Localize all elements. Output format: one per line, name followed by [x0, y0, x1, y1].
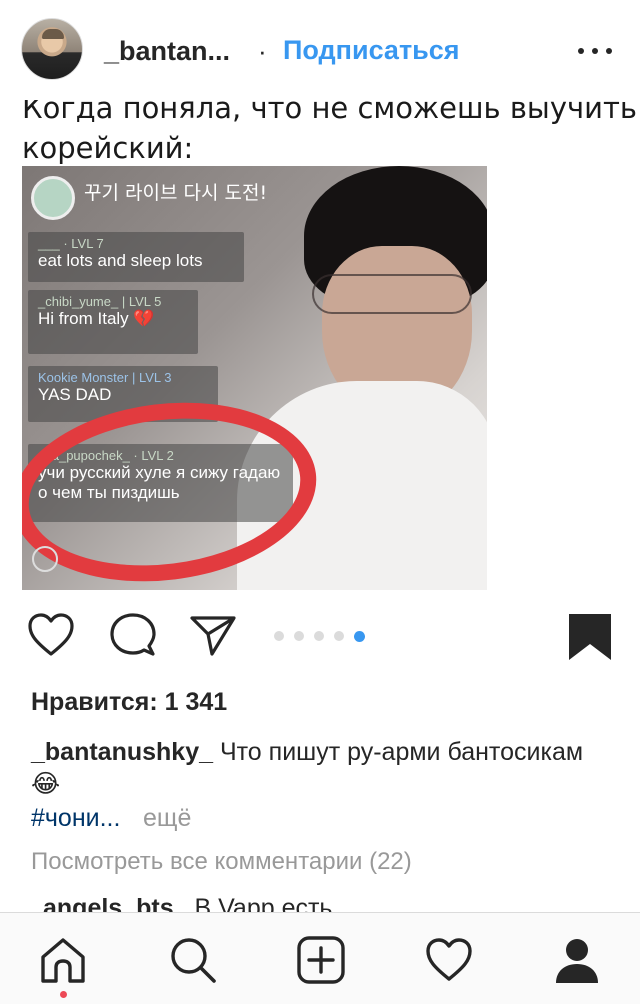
- caption-hashtag[interactable]: #чони...: [31, 804, 120, 833]
- bottom-tab-bar: [0, 912, 640, 1004]
- image-caption: Когда поняла, что не сможешь выучить кор…: [22, 100, 637, 168]
- paper-plane-icon[interactable]: [188, 610, 238, 660]
- add-post-icon[interactable]: [296, 935, 346, 985]
- chat-level: LVL 5: [128, 294, 162, 309]
- bookmark-filled-icon[interactable]: [566, 612, 616, 662]
- carousel-dot: [334, 631, 344, 641]
- chat-name: ___: [38, 236, 60, 251]
- notification-dot: [60, 991, 67, 998]
- search-icon[interactable]: [168, 935, 218, 985]
- follow-button[interactable]: Подписаться: [283, 35, 460, 66]
- image-caption-line1: Когда поняла, что не сможешь выучить: [22, 100, 637, 125]
- post-caption: _bantanushky_ Что пишут ру-арми бантосик…: [31, 736, 591, 800]
- caption-more-link[interactable]: ещё: [143, 804, 191, 833]
- chat-text: Hi from Italy 💔: [38, 309, 155, 328]
- likes-count[interactable]: Нравится: 1 341: [31, 688, 227, 717]
- image-caption-line2: корейский:: [22, 131, 194, 165]
- heart-activity-icon[interactable]: [424, 935, 474, 985]
- chat-name: _chibi_yume_: [38, 294, 119, 309]
- carousel-dot: [274, 631, 284, 641]
- carousel-dot: [294, 631, 304, 641]
- chat-level: LVL 3: [138, 370, 172, 385]
- view-all-comments-link[interactable]: Посмотреть все комментарии (22): [31, 848, 412, 876]
- avatar[interactable]: [21, 18, 83, 80]
- chat-message: _chibi_yume_ | LVL 5 Hi from Italy 💔: [28, 290, 198, 354]
- comment-bubble-icon[interactable]: [108, 610, 158, 660]
- screenshot-photo: 꾸기 라이브 다시 도전! ___ · LVL 7 eat lots and s…: [22, 166, 487, 590]
- post-header: _bantan... · Подписаться: [0, 0, 640, 100]
- caption-author[interactable]: _bantanushky_: [31, 738, 213, 766]
- chat-message: ___ · LVL 7 eat lots and sleep lots: [28, 232, 244, 282]
- more-horizontal-icon[interactable]: [578, 48, 614, 54]
- carousel-dot-active: [354, 631, 365, 642]
- chat-name: Kookie Monster: [38, 370, 129, 385]
- emoji-icon: [32, 546, 58, 572]
- heart-outline-icon[interactable]: [26, 610, 76, 660]
- profile-icon[interactable]: [552, 935, 602, 985]
- carousel-indicator: [274, 631, 374, 643]
- home-icon[interactable]: [38, 935, 88, 985]
- live-avatar-icon: [31, 176, 75, 220]
- live-title: 꾸기 라이브 다시 도전!: [84, 182, 268, 204]
- chat-text: eat lots and sleep lots: [38, 251, 203, 270]
- post-image[interactable]: Когда поняла, что не сможешь выучить кор…: [0, 100, 640, 590]
- post-username[interactable]: _bantan...: [104, 36, 230, 67]
- carousel-dot: [314, 631, 324, 641]
- separator-dot: ·: [258, 36, 267, 66]
- chat-level: LVL 7: [71, 236, 104, 251]
- glasses: [312, 274, 472, 314]
